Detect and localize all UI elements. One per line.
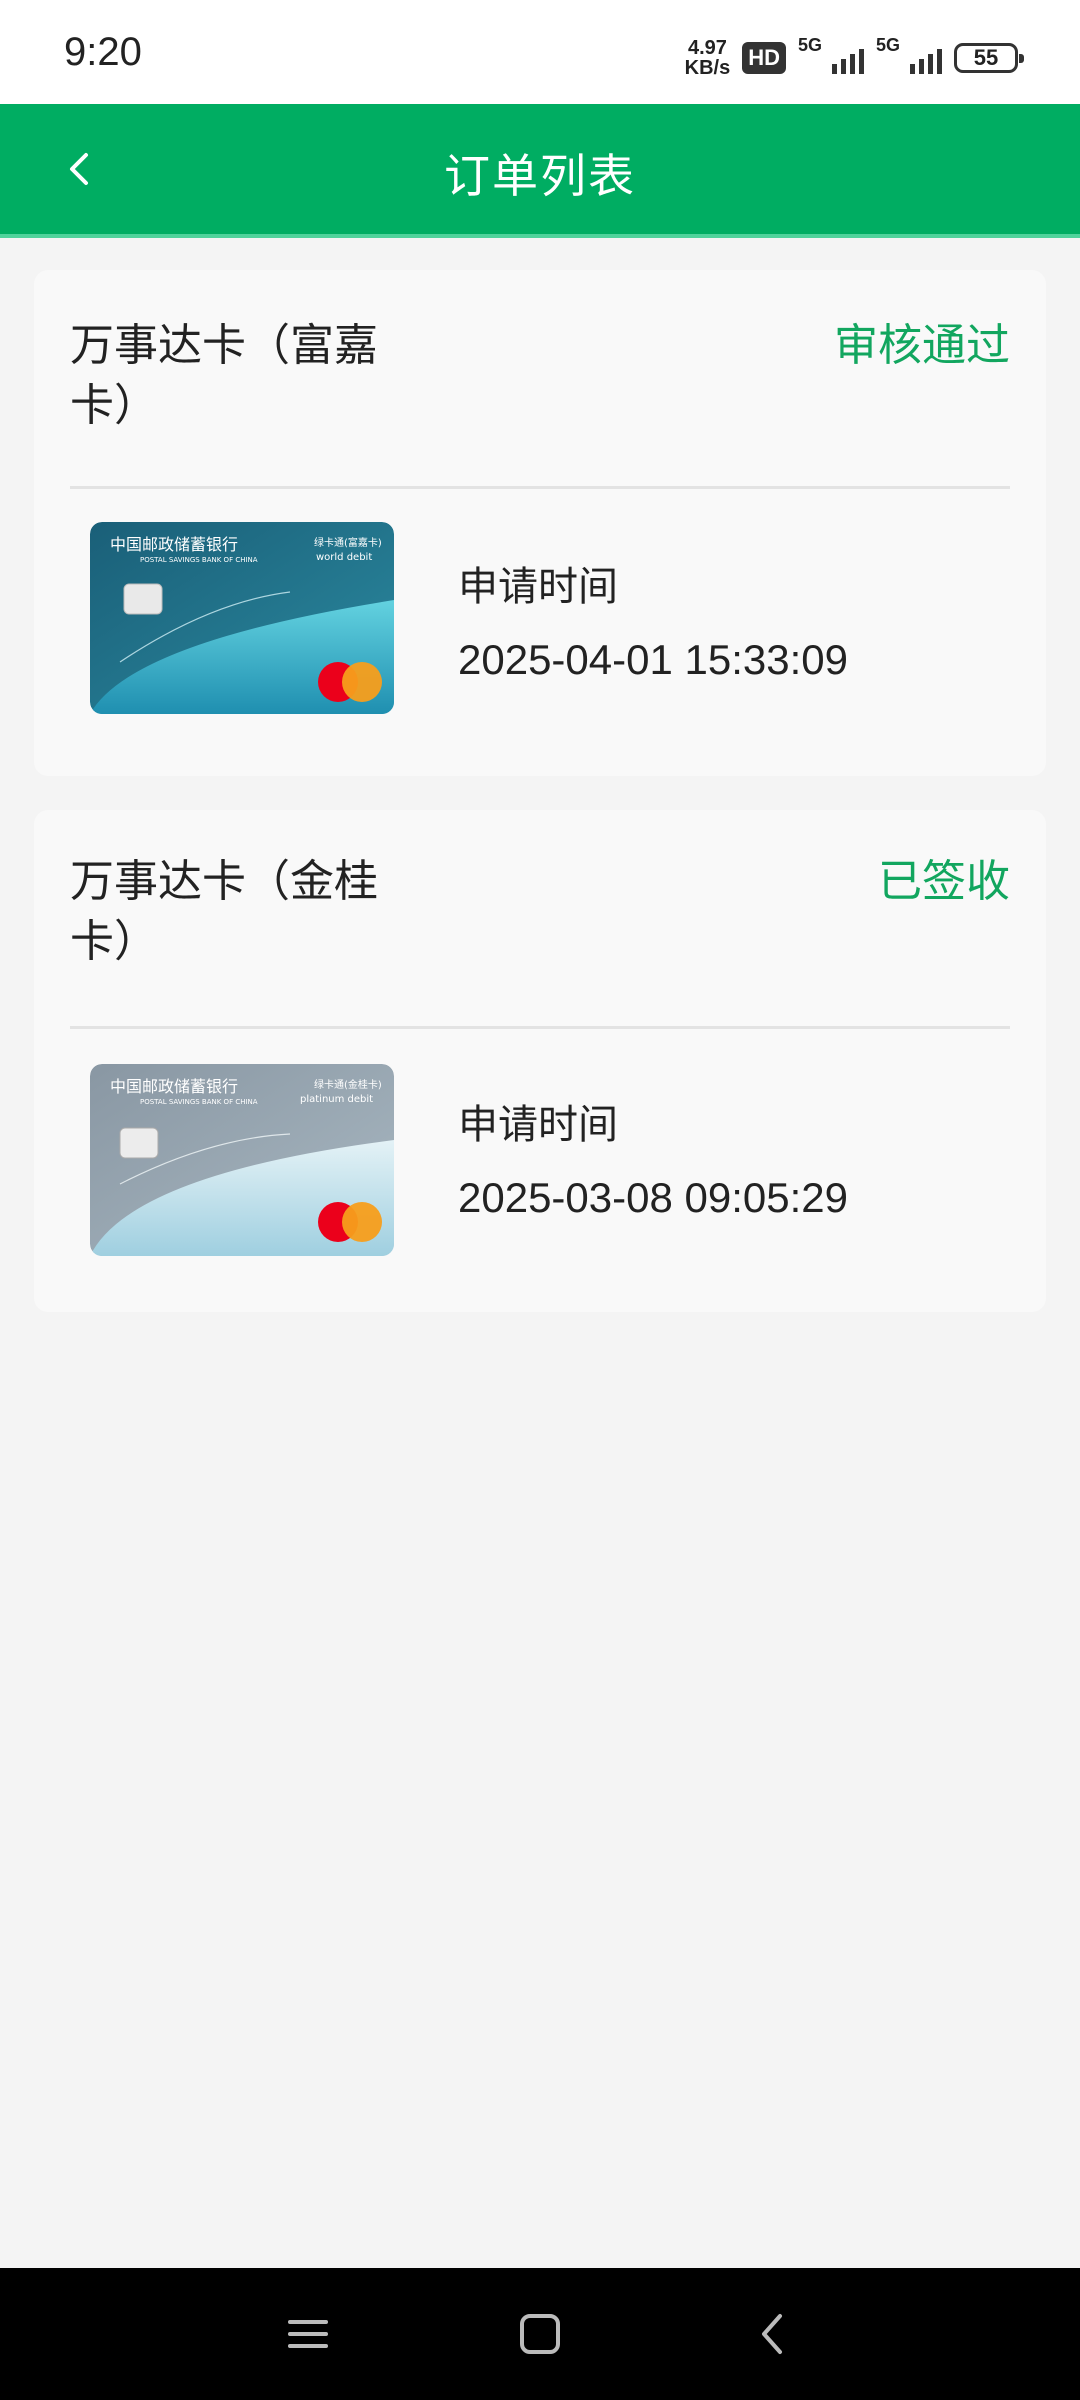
card-bank-en: POSTAL SAVINGS BANK OF CHINA (140, 556, 258, 564)
order-card[interactable]: 万事达卡（富嘉卡） 审核通过 中国邮政储蓄银行 POSTAL SAVINGS B… (34, 270, 1046, 776)
order-status: 已签收 (878, 856, 1010, 907)
signal-icon: 5G (798, 35, 864, 74)
card-bank-en: POSTAL SAVINGS BANK OF CHINA (140, 1098, 258, 1106)
battery-icon: 55 (954, 43, 1024, 73)
page-title: 订单列表 (444, 149, 636, 203)
back-icon[interactable] (742, 2304, 802, 2364)
card-image: 中国邮政储蓄银行 POSTAL SAVINGS BANK OF CHINA 绿卡… (90, 522, 394, 714)
hd-voice-badge: HD (742, 42, 786, 74)
divider (70, 1026, 1010, 1029)
apply-time-value: 2025-04-01 15:33:09 (458, 636, 848, 683)
menu-icon[interactable] (278, 2304, 338, 2364)
status-time: 9:20 (64, 30, 142, 74)
order-card[interactable]: 万事达卡（金桂卡） 已签收 中国邮政储蓄银行 POSTAL SAVINGS BA… (34, 810, 1046, 1312)
card-series: 绿卡通(金桂卡) (314, 1078, 382, 1091)
card-bank-name: 中国邮政储蓄银行 (110, 1077, 238, 1096)
card-series: 绿卡通(富嘉卡) (314, 536, 382, 549)
apply-time-value: 2025-03-08 09:05:29 (458, 1174, 848, 1221)
home-icon[interactable] (510, 2304, 570, 2364)
card-type: platinum debit (300, 1094, 373, 1105)
status-indicators: 4.97 KB/s HD 5G 5G 55 (685, 35, 1024, 80)
card-name: 万事达卡（富嘉卡） (70, 320, 378, 431)
signal-label-2: 5G (876, 34, 901, 55)
apply-time-label: 申请时间 (458, 1102, 618, 1148)
card-name: 万事达卡（金桂卡） (70, 856, 378, 967)
signal-label: 5G (798, 34, 823, 55)
network-speed-value: 4.97 (687, 37, 727, 59)
system-navigation-bar (0, 2268, 1080, 2400)
status-bar: 9:20 4.97 KB/s HD 5G 5G 55 (0, 0, 1080, 104)
divider (70, 486, 1010, 489)
card-image: 中国邮政储蓄银行 POSTAL SAVINGS BANK OF CHINA 绿卡… (90, 1064, 394, 1256)
signal-icon-2: 5G (876, 35, 942, 74)
network-speed-unit: KB/s (684, 57, 731, 79)
network-speed: 4.97 KB/s (685, 38, 731, 78)
navigation-bar: 订单列表 (0, 104, 1080, 238)
apply-time-label: 申请时间 (458, 564, 618, 610)
card-bank-name: 中国邮政储蓄银行 (110, 535, 238, 554)
order-status: 审核通过 (834, 320, 1010, 371)
card-type: world debit (316, 552, 372, 563)
